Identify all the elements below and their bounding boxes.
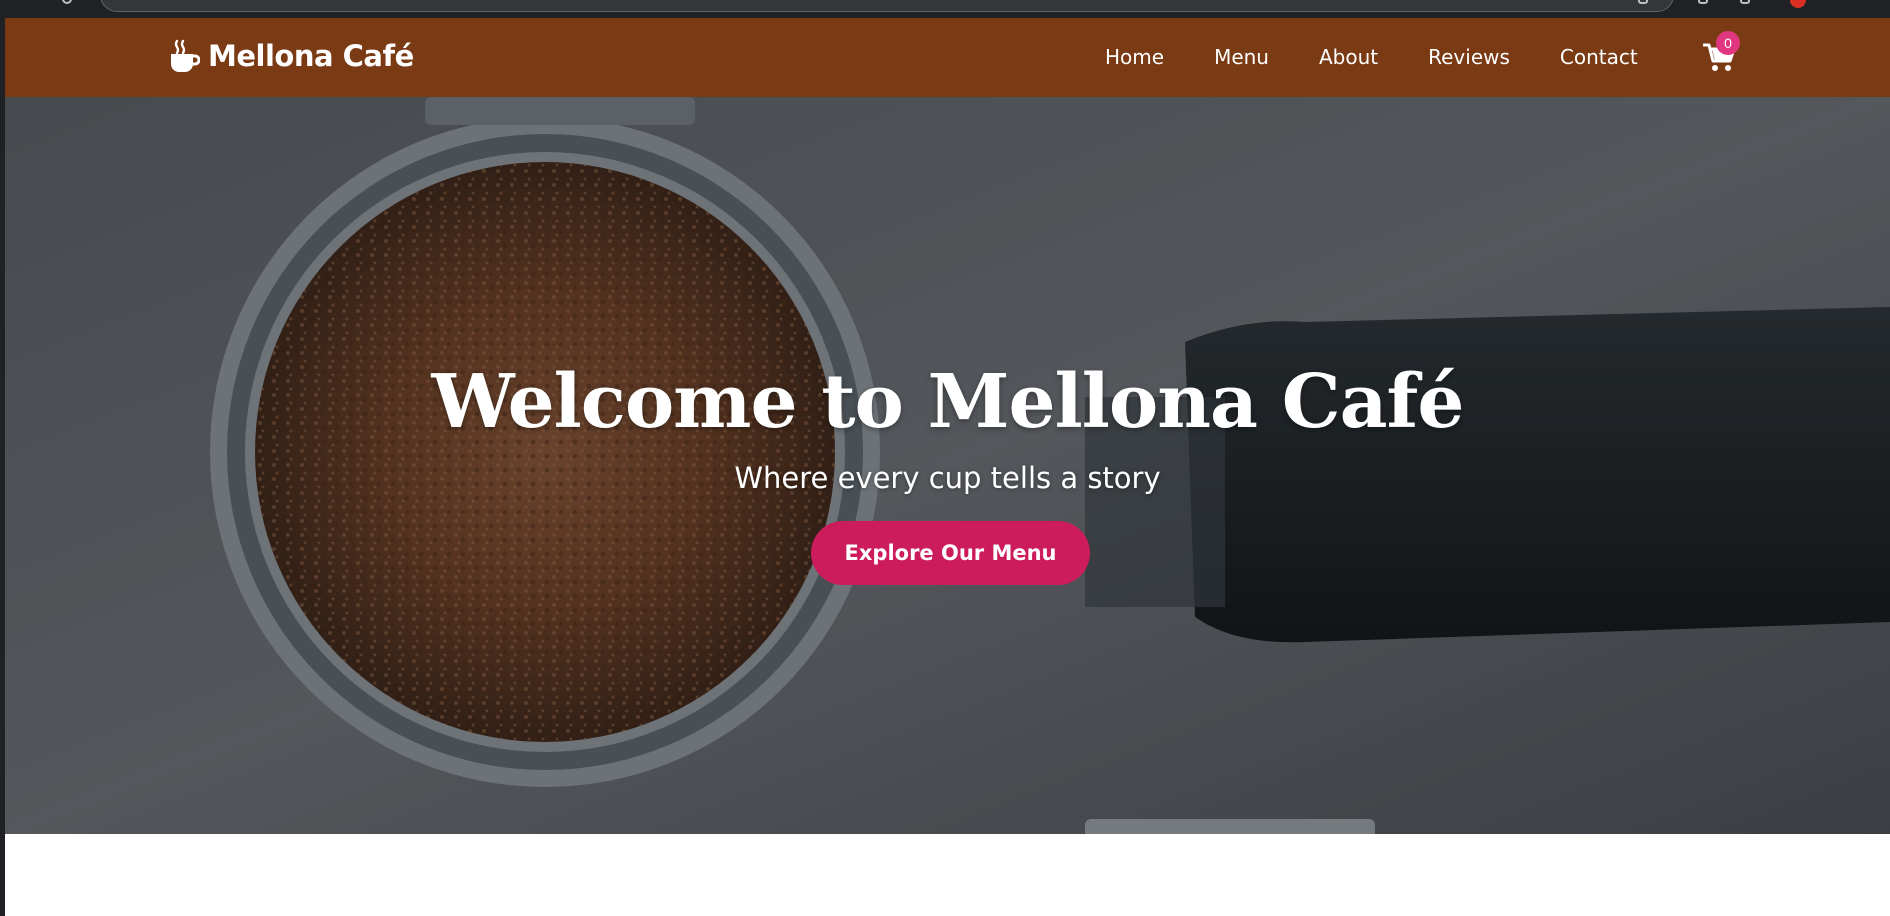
nav-link-menu[interactable]: Menu: [1214, 45, 1269, 69]
site-info-icon[interactable]: [62, 0, 72, 4]
browser-toolbar: [0, 0, 1890, 18]
cart-count-badge: 0: [1716, 31, 1740, 55]
brand-name: Mellona Café: [208, 39, 414, 73]
hero-subtitle: Where every cup tells a story: [734, 461, 1161, 495]
next-section: [5, 834, 1890, 916]
nav-link-contact[interactable]: Contact: [1560, 45, 1638, 69]
hero-section: Welcome to Mellona Café Where every cup …: [5, 97, 1890, 834]
nav-link-about[interactable]: About: [1319, 45, 1378, 69]
brand-logo-link[interactable]: Mellona Café: [170, 37, 414, 75]
coffee-cup-icon: [171, 39, 200, 72]
nav-link-home[interactable]: Home: [1105, 45, 1164, 69]
nav-link-reviews[interactable]: Reviews: [1428, 45, 1510, 69]
profile-avatar[interactable]: [1790, 0, 1806, 8]
nav-menu: Home Menu About Reviews Contact: [1105, 42, 1638, 72]
extensions-icon[interactable]: [1698, 0, 1708, 4]
downloads-icon[interactable]: [1740, 0, 1750, 4]
page-viewport: Mellona Café Home Menu About Reviews Con…: [5, 18, 1890, 916]
explore-menu-button[interactable]: Explore Our Menu: [811, 521, 1090, 585]
hero-title: Welcome to Mellona Café: [431, 359, 1465, 445]
site-navbar: Mellona Café Home Menu About Reviews Con…: [5, 18, 1890, 97]
translate-icon[interactable]: [1638, 0, 1648, 4]
address-bar[interactable]: [100, 0, 1674, 12]
